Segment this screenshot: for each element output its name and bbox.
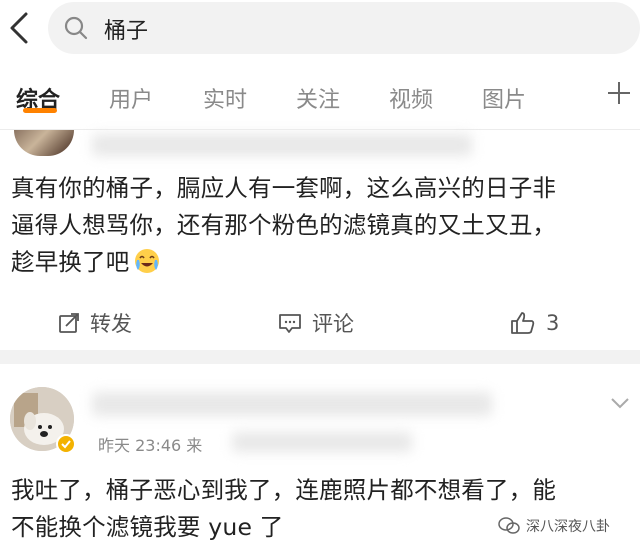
- like-count: 3: [546, 311, 560, 335]
- tab-video[interactable]: 视频: [389, 82, 433, 114]
- post-time: 昨天 23:46: [98, 436, 182, 455]
- search-query: 桶子: [104, 19, 149, 44]
- blurred-username: [92, 134, 472, 156]
- back-arrow-icon[interactable]: [4, 8, 34, 48]
- watermark-text: 深八深夜八卦: [526, 519, 610, 535]
- post-actions: 转发 评论 3: [0, 298, 640, 348]
- like-button[interactable]: 3: [510, 308, 559, 338]
- share-icon: [59, 313, 79, 333]
- post-meta: 昨天 23:46 来: [98, 432, 202, 456]
- post-line-last: 趁早换了吧: [11, 244, 556, 281]
- post-line-text: 趁早换了吧: [11, 248, 130, 276]
- post-line: 不能换个滤镜我要 yue 了: [11, 513, 284, 541]
- thumbs-up-icon: [511, 312, 535, 334]
- chevron-down-icon[interactable]: [610, 396, 630, 410]
- blurred-source: [232, 432, 412, 452]
- avatar[interactable]: [14, 130, 74, 156]
- post-text: 真有你的桶子，膈应人有一套啊，这么高兴的日子非 逼得人想骂你，还有那个粉色的滤镜…: [11, 170, 556, 281]
- tab-bar: 综合 用户 实时 关注 视频 图片: [0, 62, 640, 130]
- tab-realtime[interactable]: 实时: [203, 82, 247, 114]
- comment-button[interactable]: 评论: [278, 308, 354, 338]
- tab-following[interactable]: 关注: [296, 82, 340, 114]
- tab-images[interactable]: 图片: [482, 82, 526, 114]
- post-line: 真有你的桶子，膈应人有一套啊，这么高兴的日子非: [11, 174, 557, 202]
- verified-badge-icon: [56, 434, 76, 454]
- repost-label: 转发: [90, 312, 132, 336]
- post-line: 逼得人想骂你，还有那个粉色的滤镜真的又土又丑，: [11, 211, 557, 239]
- comment-label: 评论: [312, 312, 354, 336]
- post-text: 我吐了，桶子恶心到我了，连鹿照片都不想看了，能 不能换个滤镜我要 yue 了: [11, 472, 556, 546]
- tab-users[interactable]: 用户: [109, 82, 153, 114]
- crying-laughing-emoji-icon: [134, 249, 159, 273]
- post-source: 来: [186, 436, 203, 455]
- comment-icon: [279, 314, 301, 333]
- watermark: 深八深夜八卦: [498, 516, 610, 536]
- repost-button[interactable]: 转发: [58, 308, 132, 338]
- post-line: 我吐了，桶子恶心到我了，连鹿照片都不想看了，能: [11, 476, 557, 504]
- section-divider: [0, 350, 640, 364]
- blurred-username: [92, 392, 492, 416]
- active-tab-indicator: [23, 108, 57, 113]
- search-header: 桶子: [0, 0, 640, 62]
- wechat-logo-icon: [498, 517, 520, 534]
- search-icon: [64, 16, 88, 40]
- plus-icon[interactable]: [606, 80, 632, 106]
- search-input[interactable]: 桶子: [48, 2, 640, 54]
